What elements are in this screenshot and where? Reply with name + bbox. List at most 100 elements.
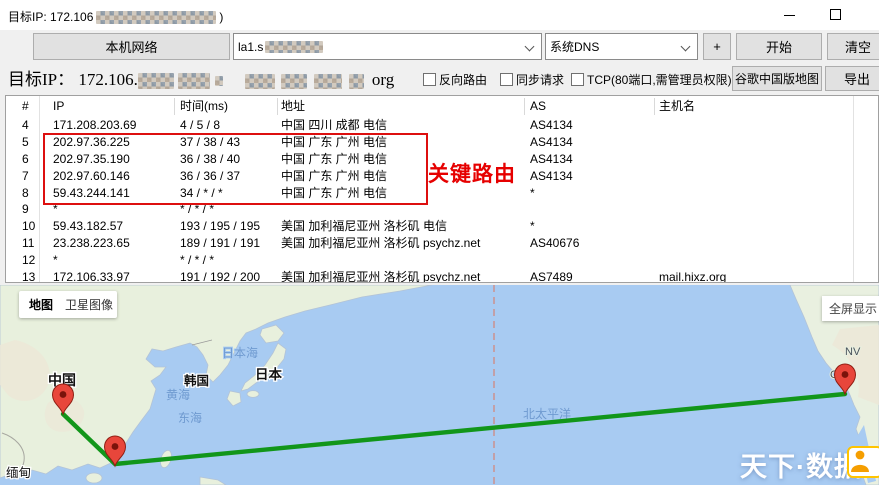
table-cell: AS4134	[524, 168, 654, 185]
col-header-hostname[interactable]: 主机名	[654, 96, 853, 117]
start-button[interactable]: 开始	[736, 33, 822, 60]
column-divider	[39, 96, 40, 282]
table-cell: 11	[6, 235, 39, 252]
redacted-domain	[314, 74, 342, 89]
table-cell	[654, 185, 853, 202]
route-map[interactable]: 日本海 黄海 东海 北太平洋 韩国 日本 中国 缅甸 NV CA	[0, 285, 879, 485]
local-network-button[interactable]: 本机网络	[33, 33, 230, 60]
target-ip-prefix: 目标IP： 172.106.	[8, 70, 138, 89]
table-cell: 59.43.182.57	[39, 218, 174, 235]
clear-button[interactable]: 清空	[827, 33, 879, 60]
map-type-satellite-button[interactable]: 卫星图像	[65, 296, 113, 313]
col-header-index[interactable]: #	[6, 96, 39, 117]
watermark-text: 天下·数据	[740, 445, 862, 484]
redacted-ip	[215, 76, 223, 86]
table-cell	[654, 117, 853, 134]
dns-select[interactable]: 系统DNS	[545, 33, 698, 60]
pin-dot-icon	[842, 371, 849, 378]
col-header-address[interactable]: 地址	[277, 96, 524, 117]
table-cell: 172.106.33.97	[39, 269, 174, 283]
sync-request-checkbox[interactable]: 同步请求	[500, 71, 564, 88]
redacted-domain	[245, 74, 275, 89]
label-east-china-sea: 东海	[178, 410, 202, 425]
maximize-button[interactable]	[815, 0, 855, 30]
clear-button-label: 清空	[845, 37, 871, 56]
minimize-button[interactable]	[770, 0, 810, 30]
key-route-highlight-box	[43, 133, 428, 205]
column-divider	[853, 96, 854, 282]
table-cell: 191 / 192 / 200	[174, 269, 277, 283]
google-cn-map-button[interactable]: 谷歌中国版地图	[732, 66, 822, 91]
table-row[interactable]: 12** / * / *	[6, 252, 878, 269]
table-cell: 6	[6, 151, 39, 168]
reverse-route-label: 反向路由	[439, 71, 487, 88]
table-cell: * / * / *	[174, 252, 277, 269]
tcp-checkbox[interactable]: TCP(80端口,需管理员权限)	[571, 71, 732, 88]
chevron-down-icon[interactable]	[525, 42, 535, 52]
local-network-label: 本机网络	[105, 37, 157, 56]
table-cell: 美国 加利福尼亚州 洛杉矶 电信	[277, 218, 524, 235]
export-button-label: 导出	[844, 69, 870, 88]
target-domain-suffix: org	[372, 70, 394, 89]
redacted-ip	[178, 73, 210, 89]
map-land-shikoku	[247, 391, 259, 398]
watermark-logo-icon	[847, 446, 879, 478]
target-ip-line: 目标IP： 172.106. org	[8, 65, 394, 90]
table-cell: *	[524, 218, 654, 235]
col-header-time[interactable]: 时间(ms)	[174, 96, 277, 117]
label-korea: 韩国	[184, 373, 209, 388]
checkbox-icon[interactable]	[423, 73, 436, 86]
table-cell: mail.hixz.org	[654, 269, 853, 283]
col-header-as[interactable]: AS	[524, 96, 654, 117]
map-land-hainan	[86, 473, 102, 483]
table-cell: *	[39, 252, 174, 269]
table-cell: 5	[6, 134, 39, 151]
hop-table: # IP 时间(ms) 地址 AS 主机名 4171.208.203.694 /…	[5, 95, 879, 283]
label-yellow-sea: 黄海	[166, 387, 190, 402]
redacted-domain	[349, 74, 364, 89]
host-combobox[interactable]: la1.s	[233, 33, 542, 60]
col-header-ip[interactable]: IP	[39, 96, 174, 117]
table-cell: 23.238.223.65	[39, 235, 174, 252]
table-row[interactable]: 4171.208.203.694 / 5 / 8中国 四川 成都 电信AS413…	[6, 117, 878, 134]
table-cell: AS4134	[524, 151, 654, 168]
table-cell: 4	[6, 117, 39, 134]
table-header-row: # IP 时间(ms) 地址 AS 主机名	[6, 96, 878, 117]
column-divider	[174, 98, 175, 115]
traceroute-app-window: 目标IP: 172.106) 本机网络 la1.s 系统DNS + 开始 清空 …	[0, 0, 879, 485]
table-cell: AS40676	[524, 235, 654, 252]
table-row[interactable]: 1059.43.182.57193 / 195 / 195美国 加利福尼亚州 洛…	[6, 218, 878, 235]
table-row[interactable]: 1123.238.223.65189 / 191 / 191美国 加利福尼亚州 …	[6, 235, 878, 252]
title-bar: 目标IP: 172.106)	[0, 0, 879, 30]
export-button[interactable]: 导出	[825, 66, 879, 91]
table-cell: *	[524, 185, 654, 202]
table-cell: 8	[6, 185, 39, 202]
map-type-map-button[interactable]: 地图	[29, 296, 53, 313]
reverse-route-checkbox[interactable]: 反向路由	[423, 71, 487, 88]
redacted-ip	[138, 73, 174, 89]
chevron-down-icon[interactable]	[681, 42, 691, 52]
table-cell	[654, 134, 853, 151]
table-cell	[654, 151, 853, 168]
add-button[interactable]: +	[703, 33, 731, 60]
table-cell: 193 / 195 / 195	[174, 218, 277, 235]
tcp-checkbox-label: TCP(80端口,需管理员权限)	[587, 71, 732, 88]
table-cell: 美国 加利福尼亚州 洛杉矶 psychz.net	[277, 235, 524, 252]
redacted-host-text	[265, 41, 323, 53]
table-row[interactable]: 13172.106.33.97191 / 192 / 200美国 加利福尼亚州 …	[6, 269, 878, 283]
column-divider	[654, 98, 655, 115]
dns-select-value: 系统DNS	[550, 38, 599, 55]
window-title-suffix: )	[219, 10, 223, 24]
minimize-icon	[784, 15, 795, 16]
checkbox-icon[interactable]	[571, 73, 584, 86]
google-cn-map-label: 谷歌中国版地图	[735, 70, 819, 87]
table-cell	[654, 218, 853, 235]
table-cell	[654, 235, 853, 252]
fullscreen-button[interactable]: 全屏显示	[822, 296, 879, 321]
checkbox-icon[interactable]	[500, 73, 513, 86]
table-cell: 美国 加利福尼亚州 洛杉矶 psychz.net	[277, 269, 524, 283]
table-cell: 4 / 5 / 8	[174, 117, 277, 134]
table-cell: 171.208.203.69	[39, 117, 174, 134]
column-divider	[524, 98, 525, 115]
table-cell	[524, 252, 654, 269]
